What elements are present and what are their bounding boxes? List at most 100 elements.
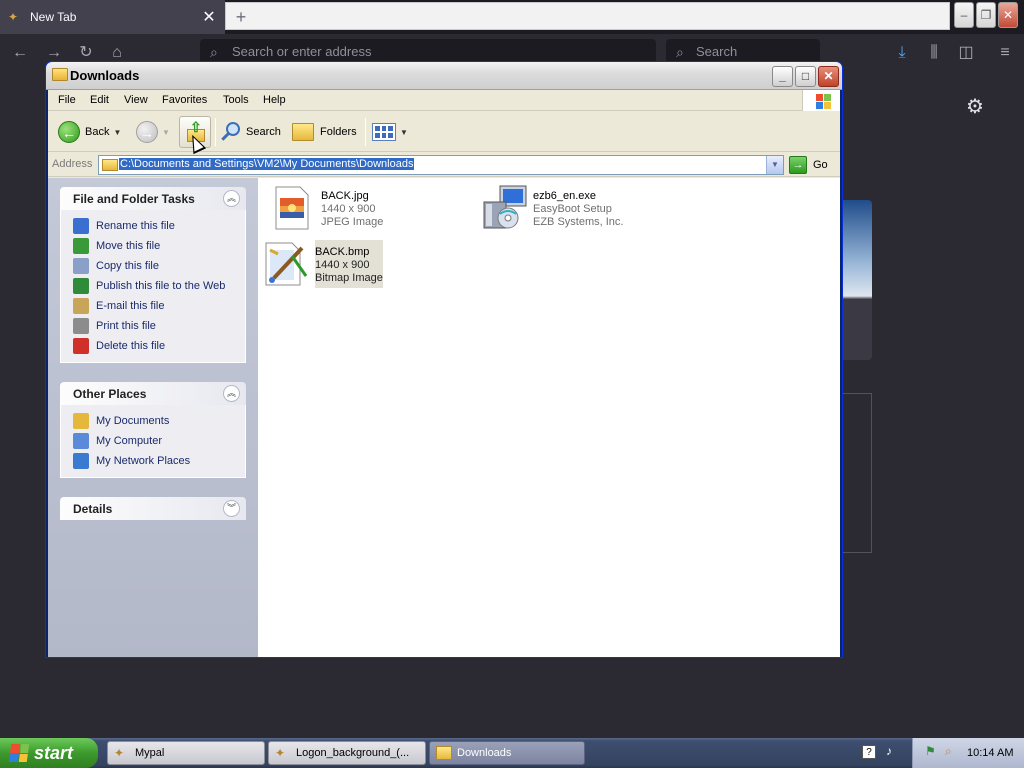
task-link[interactable]: Move this file <box>61 236 245 256</box>
details-header[interactable]: Details ︾ <box>60 497 246 520</box>
task-link-label: My Documents <box>96 415 170 427</box>
clock: 10:14 AM <box>967 747 1014 759</box>
views-button[interactable]: ▼ <box>372 118 408 146</box>
address-input[interactable]: C:\Documents and Settings\VM2\My Documen… <box>98 155 784 175</box>
browser-tab-title: New Tab <box>30 10 77 24</box>
move-icon <box>73 238 89 254</box>
gear-icon[interactable]: ⚙ <box>966 94 984 119</box>
task-link-label: Copy this file <box>96 260 159 272</box>
new-tab-button[interactable]: + <box>230 6 252 28</box>
task-link[interactable]: Print this file <box>61 316 245 336</box>
other-places-panel: Other Places ︽ My Documents My Computer My… <box>60 382 246 478</box>
sidebar-icon[interactable]: ◫ <box>954 42 978 64</box>
search-button[interactable]: Search <box>220 118 281 146</box>
help-icon[interactable]: ? <box>862 745 876 759</box>
menu-file[interactable]: File <box>58 94 76 106</box>
file-folder-tasks-list: Rename this file Move this file Copy this … <box>60 210 246 363</box>
toolbar-separator <box>365 118 366 146</box>
menu-view[interactable]: View <box>124 94 148 106</box>
file-item[interactable]: BACK.jpg 1440 x 900 JPEG Image <box>268 184 383 232</box>
top-site-tile[interactable] <box>838 200 872 360</box>
task-link-label: Delete this file <box>96 340 166 352</box>
top-site-tile-empty[interactable] <box>838 393 872 553</box>
close-button[interactable]: ✕ <box>818 66 839 87</box>
file-item[interactable]: BACK.bmp 1440 x 900 Bitmap Image <box>262 240 383 288</box>
file-info: ezb6_en.exe EasyBoot Setup EZB Systems, … <box>533 184 623 232</box>
taskbar-item-downloads[interactable]: Downloads <box>429 741 585 765</box>
browser-window-controls: – ❐ ✕ <box>954 2 1018 28</box>
folders-icon <box>292 123 314 141</box>
printer-icon <box>73 318 89 334</box>
browser-minimize-button[interactable]: – <box>954 2 974 28</box>
maximize-button[interactable]: □ <box>795 66 816 87</box>
file-company: EZB Systems, Inc. <box>533 216 624 228</box>
delete-icon <box>73 338 89 354</box>
windows-flag-icon <box>8 744 30 762</box>
url-search-icon: ⌕ <box>210 44 218 60</box>
forward-dropdown-icon[interactable]: ▼ <box>162 128 170 137</box>
forward-arrow-icon: → <box>136 121 158 143</box>
forward-button[interactable]: → ▼ <box>136 118 170 146</box>
back-dropdown-icon[interactable]: ▼ <box>113 128 121 137</box>
task-link[interactable]: My Network Places <box>61 451 245 471</box>
browser-restore-button[interactable]: ❐ <box>976 2 996 28</box>
browser-tab[interactable]: ✦ New Tab ✕ <box>0 0 225 34</box>
folders-button[interactable]: Folders <box>292 118 357 146</box>
rename-icon <box>73 218 89 234</box>
task-link-label: Print this file <box>96 320 156 332</box>
browser-close-button[interactable]: ✕ <box>998 2 1018 28</box>
collapse-chevron-icon[interactable]: ︽ <box>223 190 240 207</box>
search-placeholder: Search <box>696 44 738 59</box>
minimize-button[interactable]: _ <box>772 66 793 87</box>
start-label: start <box>34 742 74 763</box>
tray-network-icon[interactable]: ⚑ <box>925 744 936 758</box>
browser-back-icon[interactable]: ← <box>8 42 32 64</box>
taskbar-item-mypal[interactable]: ✦ Mypal <box>107 741 265 765</box>
go-button[interactable]: → Go <box>789 156 828 174</box>
task-link[interactable]: E-mail this file <box>61 296 245 316</box>
task-link[interactable]: Copy this file <box>61 256 245 276</box>
browser-scrollbar[interactable] <box>1008 72 1024 738</box>
task-link[interactable]: Rename this file <box>61 216 245 236</box>
collapse-chevron-icon[interactable]: ︽ <box>223 385 240 402</box>
toolbar: ← Back ▼ → ▼ ⇧ Search Folders ▼ <box>48 112 840 152</box>
other-places-header[interactable]: Other Places ︽ <box>60 382 246 405</box>
go-label: Go <box>813 159 828 171</box>
explorer-title-bar[interactable]: Downloads _ □ ✕ <box>46 62 842 90</box>
panel-title: File and Folder Tasks <box>73 192 195 206</box>
speaker-icon[interactable]: ♪ <box>886 744 892 758</box>
taskbar: start ✦ Mypal ✦ Logon_background_(... Do… <box>0 738 1024 768</box>
browser-tab-bar: ✦ New Tab ✕ + – ❐ ✕ <box>0 0 1024 34</box>
file-item[interactable]: ezb6_en.exe EasyBoot Setup EZB Systems, … <box>480 184 623 232</box>
start-button[interactable]: start <box>0 738 98 768</box>
menu-help[interactable]: Help <box>263 94 286 106</box>
taskbar-item-logon-background[interactable]: ✦ Logon_background_(... <box>268 741 426 765</box>
menu-favorites[interactable]: Favorites <box>162 94 207 106</box>
task-link[interactable]: Publish this file to the Web <box>61 276 245 296</box>
menu-icon[interactable]: ≡ <box>993 42 1017 64</box>
library-icon[interactable]: ⫼ <box>922 42 946 64</box>
file-name: ezb6_en.exe <box>533 190 596 202</box>
file-dimensions: 1440 x 900 <box>315 259 370 271</box>
copy-icon <box>73 258 89 274</box>
views-dropdown-icon: ▼ <box>400 127 408 137</box>
task-link[interactable]: My Computer <box>61 431 245 451</box>
back-button[interactable]: ← Back ▼ <box>58 118 121 146</box>
toolbar-separator <box>215 118 216 146</box>
taskbar-item-label: Logon_background_(... <box>296 747 410 759</box>
tray-search-icon[interactable]: ⌕ <box>945 744 952 759</box>
file-folder-tasks-header[interactable]: File and Folder Tasks ︽ <box>60 187 246 210</box>
task-link-label: Publish this file to the Web <box>96 280 226 292</box>
task-link-label: E-mail this file <box>96 300 165 312</box>
expand-chevron-icon[interactable]: ︾ <box>223 500 240 517</box>
task-link[interactable]: My Documents <box>61 411 245 431</box>
task-link-label: My Computer <box>96 435 163 447</box>
browser-tab-close-icon[interactable]: ✕ <box>199 7 219 27</box>
address-dropdown-icon[interactable]: ▼ <box>766 156 783 174</box>
menu-tools[interactable]: Tools <box>223 94 249 106</box>
downloads-icon[interactable]: ⤓ <box>890 42 914 64</box>
file-type: Bitmap Image <box>315 272 383 284</box>
menu-edit[interactable]: Edit <box>90 94 109 106</box>
task-link[interactable]: Delete this file <box>61 336 245 356</box>
globe-icon <box>73 278 89 294</box>
